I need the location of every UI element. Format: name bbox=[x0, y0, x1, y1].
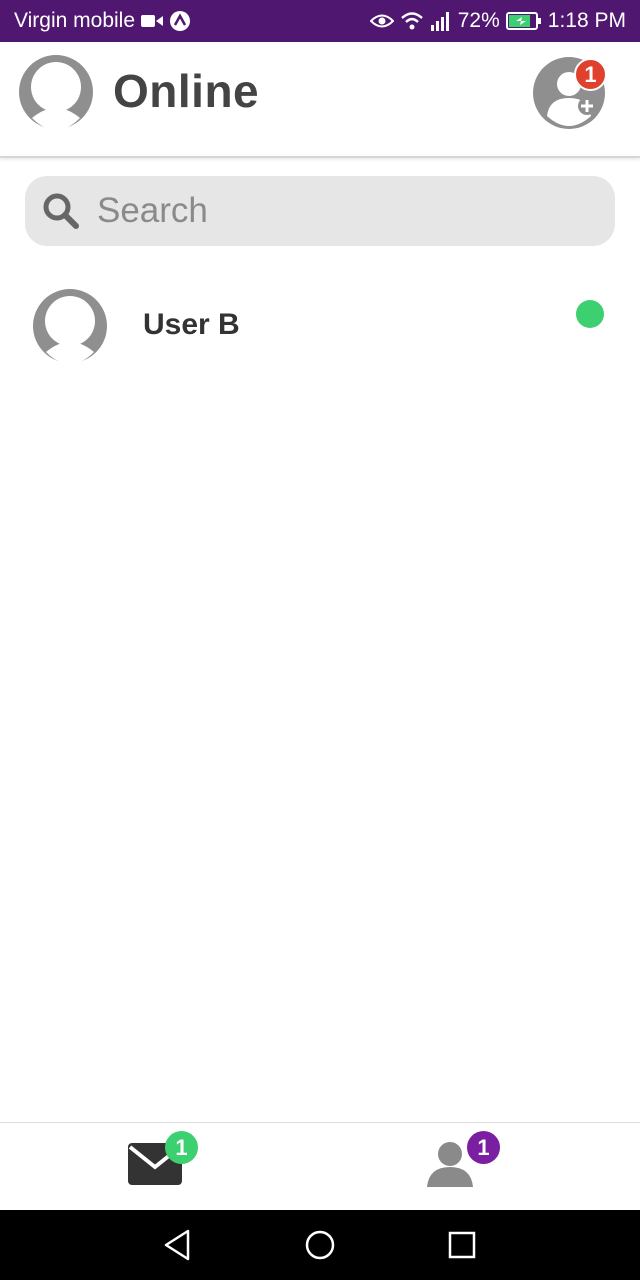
wifi-icon bbox=[400, 11, 424, 31]
video-call-icon bbox=[141, 13, 164, 29]
app-header: Online bbox=[0, 42, 640, 158]
clock: 1:18 PM bbox=[547, 9, 626, 32]
carrier-name: Virgin mobile bbox=[14, 9, 136, 32]
search-bar[interactable] bbox=[25, 176, 615, 246]
profile-avatar[interactable] bbox=[18, 54, 94, 130]
tab-contacts[interactable]: 1 bbox=[320, 1123, 640, 1211]
system-nav-bar bbox=[0, 1210, 640, 1280]
contacts-badge: 1 bbox=[467, 1131, 500, 1164]
online-status-indicator bbox=[576, 300, 604, 328]
recents-icon[interactable] bbox=[442, 1225, 482, 1265]
eye-icon bbox=[369, 12, 394, 30]
tab-messages[interactable]: 1 bbox=[0, 1123, 320, 1211]
friend-requests-badge: 1 bbox=[574, 58, 607, 91]
app-notification-icon bbox=[169, 10, 191, 32]
list-item[interactable]: User B bbox=[0, 276, 640, 372]
user-avatar bbox=[32, 288, 108, 364]
search-input[interactable] bbox=[97, 191, 567, 231]
bottom-tab-bar: 1 1 bbox=[0, 1122, 640, 1210]
battery-percent: 72% bbox=[457, 9, 500, 32]
back-icon[interactable] bbox=[157, 1225, 197, 1265]
home-icon[interactable] bbox=[300, 1225, 340, 1265]
battery-charging-icon bbox=[505, 12, 542, 30]
user-name: User B bbox=[143, 308, 240, 341]
page-title: Online bbox=[113, 65, 260, 117]
search-icon bbox=[41, 191, 81, 231]
messages-badge: 1 bbox=[165, 1131, 198, 1164]
status-bar: Virgin mobile 72% 1:18 PM bbox=[0, 0, 640, 42]
signal-icon bbox=[430, 11, 452, 31]
